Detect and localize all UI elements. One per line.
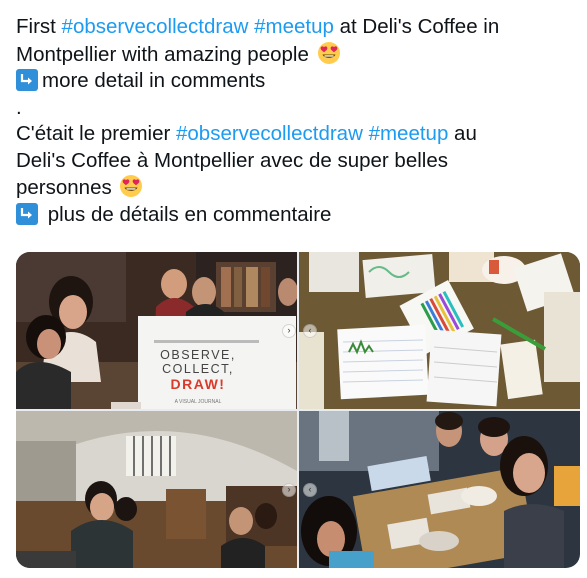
text-segment: C'était le premier xyxy=(16,122,176,145)
heart-eyes-emoji-icon xyxy=(317,41,341,65)
photo-group-selfie-table[interactable]: ‹ xyxy=(299,411,580,568)
tweet-separator: . xyxy=(16,95,22,119)
text-segment: personnes xyxy=(16,176,118,199)
text-segment: Montpellier with amazing people xyxy=(16,42,315,66)
tweet-line-3: more detail in comments xyxy=(16,68,576,95)
media-grid: OBSERVE, COLLECT, DRAW! A VISUAL JOURNAL… xyxy=(16,252,580,568)
carousel-prev-button[interactable]: ‹ xyxy=(303,483,317,497)
hashtag-meetup[interactable]: #meetup xyxy=(254,15,334,38)
book-subtitle: A VISUAL JOURNAL xyxy=(175,399,222,405)
text-segment: First xyxy=(16,15,62,38)
tweet-line-6: Deli's Coffee à Montpellier avec de supe… xyxy=(16,148,448,172)
arrow-down-right-emoji-icon xyxy=(16,202,38,225)
hashtag-observecollectdraw[interactable]: #observecollectdraw xyxy=(62,15,249,38)
heart-eyes-emoji-icon xyxy=(119,174,143,198)
tweet-line-7: personnes xyxy=(16,174,576,202)
hashtag-observecollectdraw[interactable]: #observecollectdraw xyxy=(176,122,363,145)
arrow-down-right-emoji-icon xyxy=(16,69,38,91)
tweet-line-5: C'était le premier #observecollectdraw #… xyxy=(16,121,576,148)
book-title-line3: DRAW! xyxy=(171,376,226,392)
photo-table-sketchbooks[interactable]: ‹ xyxy=(299,252,580,409)
carousel-next-button[interactable]: › xyxy=(282,483,296,497)
book-title-line2: COLLECT, xyxy=(162,362,234,376)
tweet-line-2: Montpellier with amazing people xyxy=(16,41,576,69)
carousel-next-button[interactable]: › xyxy=(282,324,296,338)
text-segment: au xyxy=(448,122,477,145)
hashtag-meetup[interactable]: #meetup xyxy=(369,122,449,145)
text-segment: at Deli's Coffee in xyxy=(333,15,500,38)
text-segment: plus de détails en commentaire xyxy=(42,202,332,226)
text-segment: more detail in comments xyxy=(42,69,266,92)
tweet-line-1: First #observecollectdraw #meetup at Del… xyxy=(16,14,576,41)
photo-vaulted-room-group[interactable]: › xyxy=(16,411,297,568)
book-title-line1: OBSERVE, xyxy=(160,348,236,362)
tweet-line-8: plus de détails en commentaire xyxy=(16,202,576,229)
photo-cafe-group-with-book[interactable]: OBSERVE, COLLECT, DRAW! A VISUAL JOURNAL… xyxy=(16,252,297,409)
carousel-prev-button[interactable]: ‹ xyxy=(303,324,317,338)
tweet-text: First #observecollectdraw #meetup at Del… xyxy=(16,14,576,228)
